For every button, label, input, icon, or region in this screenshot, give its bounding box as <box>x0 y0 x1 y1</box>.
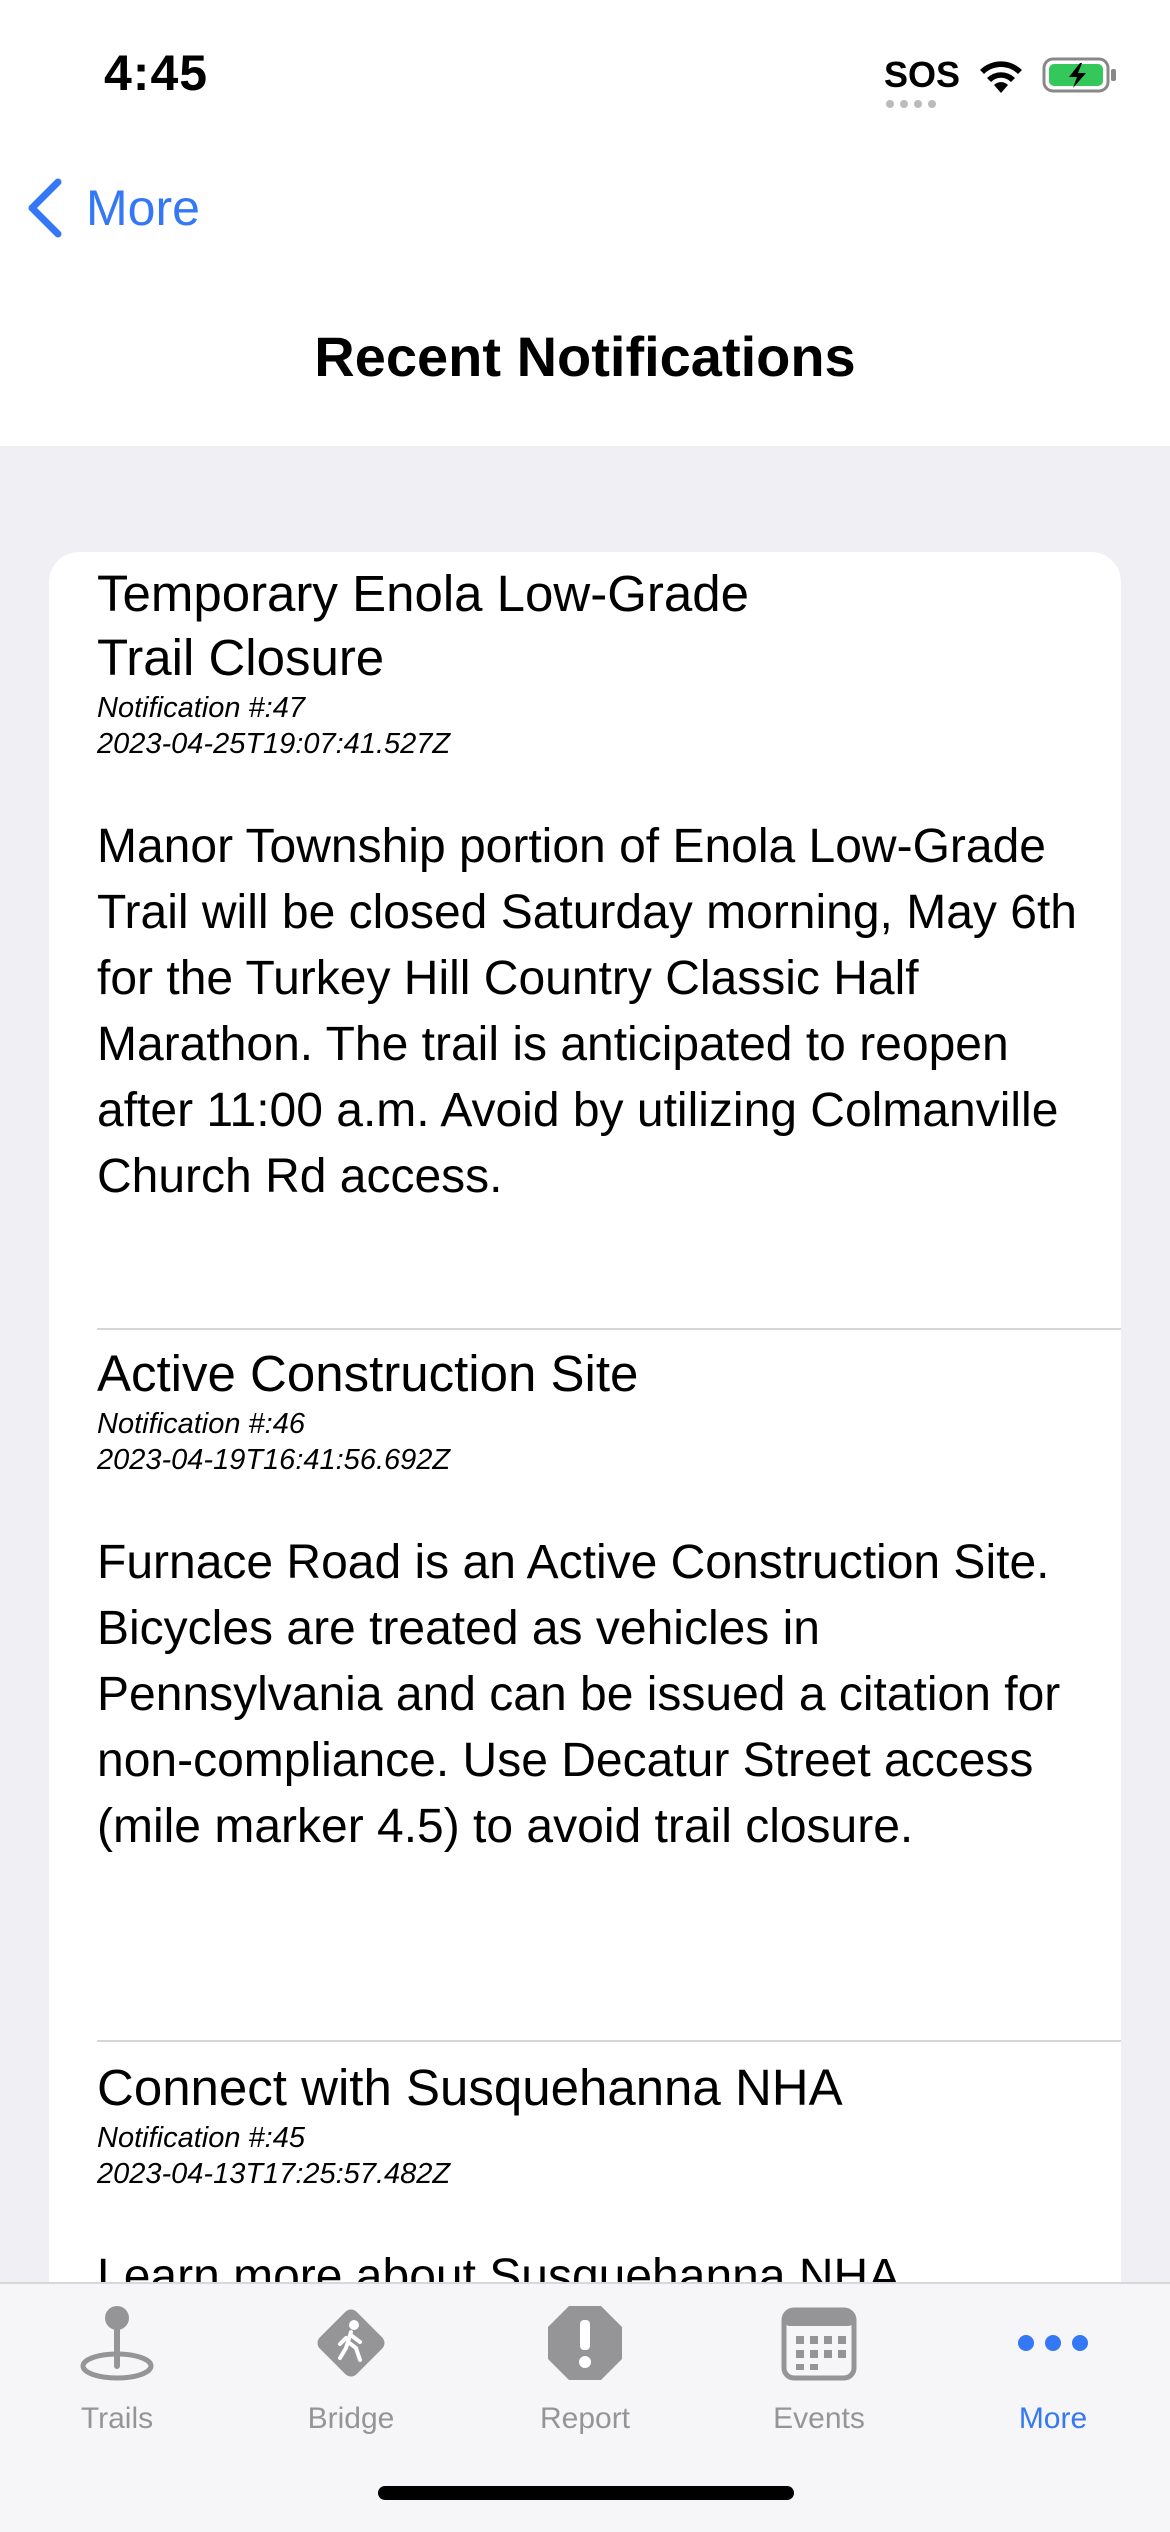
status-time: 4:45 <box>104 45 209 101</box>
map-pin-icon <box>80 2306 154 2381</box>
exclamation-octagon-icon <box>548 2306 622 2380</box>
notification-item[interactable]: Temporary Enola Low-Grade Trail Closure … <box>97 562 1121 1210</box>
notification-number: Notification #:47 <box>97 692 305 724</box>
tab-bridge[interactable]: Bridge <box>234 2298 468 2458</box>
tab-trails[interactable]: Trails <box>0 2298 234 2458</box>
notification-item[interactable]: Active Construction Site Notification #:… <box>97 1342 1121 1860</box>
notification-timestamp: 2023-04-19T16:41:56.692Z <box>97 1444 451 1476</box>
notification-title: Active Construction Site <box>97 1345 639 1402</box>
hiker-sign-icon <box>317 2309 385 2377</box>
tab-more[interactable]: More <box>936 2298 1170 2458</box>
divider <box>97 2040 1121 2042</box>
tab-label: Events <box>773 2402 865 2435</box>
notification-timestamp: 2023-04-13T17:25:57.482Z <box>97 2158 451 2190</box>
battery-icon <box>1042 57 1116 93</box>
tab-label: Bridge <box>307 2402 395 2435</box>
home-indicator[interactable] <box>378 2486 794 2500</box>
navigation-header: 4:45 SOS More Recent Notifications <box>0 0 1170 446</box>
back-button-label: More <box>86 180 200 236</box>
tab-label: Trails <box>80 2402 154 2435</box>
tab-report[interactable]: Report <box>468 2298 702 2458</box>
sos-indicator: SOS <box>883 54 960 108</box>
sos-label: SOS <box>883 54 960 95</box>
back-button[interactable]: More <box>24 168 200 248</box>
wifi-icon <box>980 61 1022 93</box>
notification-number: Notification #:45 <box>97 2122 305 2154</box>
divider <box>97 1328 1121 1330</box>
status-icons: SOS <box>883 50 1118 108</box>
tab-label: More <box>1018 2402 1088 2435</box>
notification-item[interactable]: Connect with Susquehanna NHA Notificatio… <box>97 2056 1121 2310</box>
notification-title-line: Temporary Enola Low-Grade <box>97 565 749 622</box>
chevron-left-icon <box>28 178 62 238</box>
tab-label: Report <box>539 2402 631 2435</box>
notification-timestamp: 2023-04-25T19:07:41.527Z <box>97 728 451 760</box>
notification-number: Notification #:46 <box>97 1408 305 1440</box>
page-title: Recent Notifications <box>314 325 856 388</box>
notification-title: Temporary Enola Low-Grade Trail Closure <box>97 562 1121 690</box>
notifications-list[interactable]: Temporary Enola Low-Grade Trail Closure … <box>49 552 1121 2352</box>
calendar-icon <box>781 2307 857 2381</box>
tab-events[interactable]: Events <box>702 2298 936 2458</box>
notification-title: Connect with Susquehanna NHA <box>97 2059 843 2116</box>
notification-title-line: Trail Closure <box>97 629 385 686</box>
notification-body: Furnace Road is an Active Construction S… <box>97 1536 1061 1853</box>
ellipsis-icon <box>1018 2335 1088 2351</box>
notification-body: Manor Township portion of Enola Low-Grad… <box>97 820 1077 1203</box>
